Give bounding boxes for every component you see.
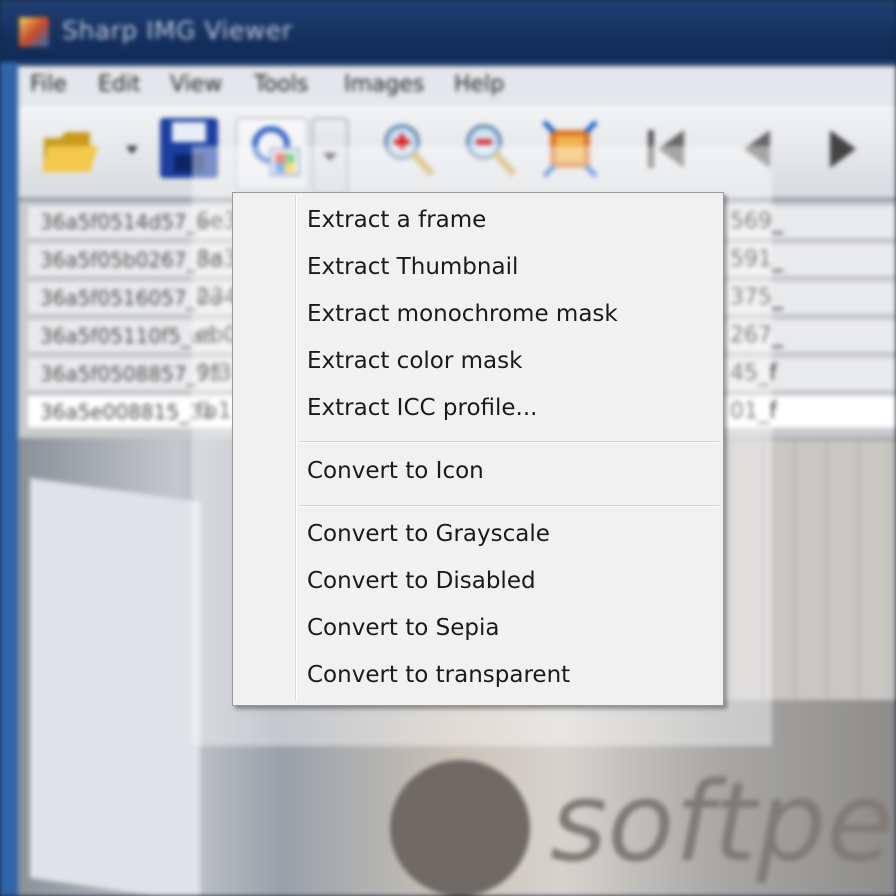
window-frame — [0, 62, 18, 896]
menu-item-label: Extract monochrome mask — [307, 301, 618, 327]
menu-item-label: Convert to Sepia — [307, 615, 500, 641]
filename-blurred: 36a5e008815_3a — [40, 400, 215, 424]
menu-item-label: Extract a frame — [307, 207, 487, 233]
menu-help[interactable]: Help — [454, 72, 504, 97]
folder-icon[interactable] — [40, 118, 100, 180]
menu-item-extract-color-mask[interactable]: Extract color mask — [235, 340, 721, 384]
menu-item-extract-monochrome-mask[interactable]: Extract monochrome mask — [235, 293, 721, 337]
menu-item-convert-sepia[interactable]: Convert to Sepia — [235, 607, 721, 651]
open-dropdown-icon[interactable] — [120, 118, 144, 180]
menu-images[interactable]: Images — [344, 72, 424, 97]
menu-file[interactable]: File — [30, 72, 67, 97]
convert-dropdown-menu: Extract a frame Extract Thumbnail Extrac… — [232, 192, 724, 706]
next-image-icon[interactable] — [818, 118, 878, 180]
menu-item-extract-icc-profile[interactable]: Extract ICC profile... — [235, 387, 721, 431]
watermark-logo-icon — [390, 760, 530, 896]
menu-item-convert-disabled[interactable]: Convert to Disabled — [235, 560, 721, 604]
menu-item-extract-thumbnail[interactable]: Extract Thumbnail — [235, 246, 721, 290]
menu-edit[interactable]: Edit — [98, 72, 141, 97]
title-bar: Sharp IMG Viewer — [0, 0, 896, 64]
watermark-text: softpe — [550, 758, 894, 886]
menu-item-extract-frame[interactable]: Extract a frame — [235, 199, 721, 243]
filename-blurred: 36a5f05110f5_a6 — [40, 324, 216, 348]
image-preview-detail — [30, 478, 200, 896]
menu-separator — [299, 505, 719, 507]
menu-tools[interactable]: Tools — [254, 72, 308, 97]
window-title: Sharp IMG Viewer — [62, 16, 293, 45]
menu-item-label: Extract color mask — [307, 348, 523, 374]
menu-bar: File Edit View Tools Images Help — [18, 66, 896, 107]
menu-item-label: Extract Thumbnail — [307, 254, 519, 280]
menu-item-label: Convert to transparent — [307, 662, 571, 688]
menu-item-convert-grayscale[interactable]: Convert to Grayscale — [235, 513, 721, 557]
menu-view[interactable]: View — [170, 72, 222, 97]
menu-item-label: Convert to Grayscale — [307, 521, 550, 547]
menu-item-convert-transparent[interactable]: Convert to transparent — [235, 654, 721, 698]
filename-blurred: 36a5f0514d57_a — [40, 210, 209, 234]
menu-item-label: Convert to Icon — [307, 458, 484, 484]
menu-item-convert-icon[interactable]: Convert to Icon — [235, 450, 721, 494]
menu-separator — [299, 441, 719, 443]
app-icon — [18, 16, 50, 48]
menu-item-label: Extract ICC profile... — [307, 395, 538, 421]
menu-item-label: Convert to Disabled — [307, 568, 536, 594]
